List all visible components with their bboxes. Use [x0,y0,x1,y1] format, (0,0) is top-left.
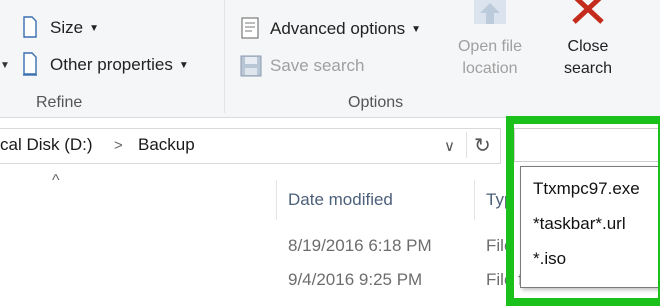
advanced-options-icon [241,17,259,39]
dropdown-arrow-icon: ▼ [89,23,99,34]
close-icon [572,0,604,24]
column-divider [276,180,277,220]
chevron-down-icon[interactable]: ▼ [0,60,10,71]
advanced-options-button[interactable]: Advanced options ▼ [238,14,448,44]
sort-ascending-icon: ^ [52,172,60,189]
dropdown-arrow-icon: ▼ [411,24,422,35]
row-date-modified: 8/19/2016 6:18 PM [288,236,432,255]
other-properties-label: Other properties [50,55,173,74]
breadcrumb-local-disk[interactable]: cal Disk (D:) [0,135,93,155]
breadcrumb-separator-icon[interactable]: > [114,137,123,154]
open-file-location-line2: location [462,60,518,77]
options-group-label: Options [348,94,404,111]
ribbon: ▼ Size ▼ Other properties ▼ Refine Advance… [0,0,660,118]
address-dropdown-icon[interactable]: ∨ [444,137,455,155]
refine-group-label: Refine [36,94,83,111]
breadcrumb-backup[interactable]: Backup [138,135,195,155]
column-header-date-modified[interactable]: Date modified [288,190,393,210]
close-search-line1: Close [567,38,609,55]
column-divider [474,180,475,220]
open-file-location-line1: Open file [457,38,523,55]
dropdown-arrow-icon: ▼ [178,60,189,71]
address-divider [466,132,467,158]
open-folder-icon [474,0,506,24]
other-properties-button[interactable]: Other properties ▼ [18,50,218,80]
close-search-button[interactable]: Close search [548,0,628,84]
open-file-location-button[interactable]: Open file location [444,0,536,84]
group-divider [224,0,225,113]
size-label: Size [50,18,84,37]
document-icon [23,52,37,76]
refresh-icon[interactable]: ↻ [474,133,491,158]
document-icon [23,16,37,38]
save-disk-icon [240,55,262,77]
row-date-modified: 9/4/2016 9:25 PM [288,270,423,289]
save-search-label: Save search [270,56,365,75]
close-search-line2: search [563,60,613,77]
size-button[interactable]: Size ▼ [18,14,118,42]
advanced-options-label: Advanced options [270,19,406,38]
save-search-button[interactable]: Save search [238,52,398,80]
highlight-frame [506,116,660,306]
